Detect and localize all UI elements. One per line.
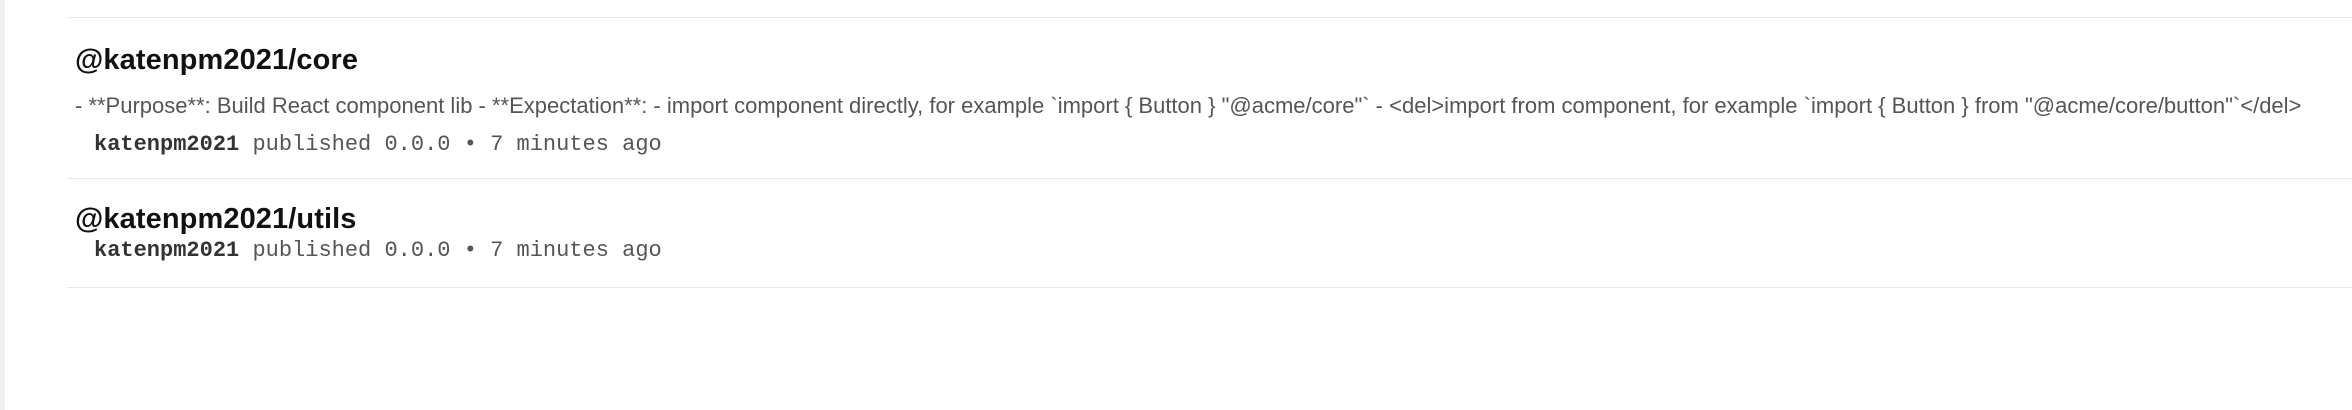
publisher-link[interactable]: katenpm2021 <box>94 132 239 157</box>
package-meta: katenpm2021 published 0.0.0 • 7 minutes … <box>75 238 2352 263</box>
publish-time: 7 minutes ago <box>490 132 662 157</box>
divider <box>67 287 2352 288</box>
package-version: 0.0.0 <box>384 132 451 157</box>
publisher-link[interactable]: katenpm2021 <box>94 238 239 263</box>
publish-action: published <box>252 238 372 263</box>
publish-action: published <box>252 132 372 157</box>
package-description: - **Purpose**: Build React component lib… <box>75 93 2302 118</box>
package-name-link[interactable]: @katenpm2021/utils <box>75 203 357 236</box>
search-results-page: @katenpm2021/core - **Purpose**: Build R… <box>0 0 2352 410</box>
package-item: @katenpm2021/core - **Purpose**: Build R… <box>67 18 2352 157</box>
package-version: 0.0.0 <box>384 238 451 263</box>
meta-separator: • <box>463 132 477 157</box>
package-name-link[interactable]: @katenpm2021/core <box>75 44 358 77</box>
package-list: @katenpm2021/core - **Purpose**: Build R… <box>67 0 2352 288</box>
left-edge-panel <box>0 0 5 410</box>
package-item: @katenpm2021/utils katenpm2021 published… <box>67 179 2352 263</box>
package-meta: katenpm2021 published 0.0.0 • 7 minutes … <box>75 132 2352 157</box>
meta-separator: • <box>463 238 477 263</box>
publish-time: 7 minutes ago <box>490 238 662 263</box>
